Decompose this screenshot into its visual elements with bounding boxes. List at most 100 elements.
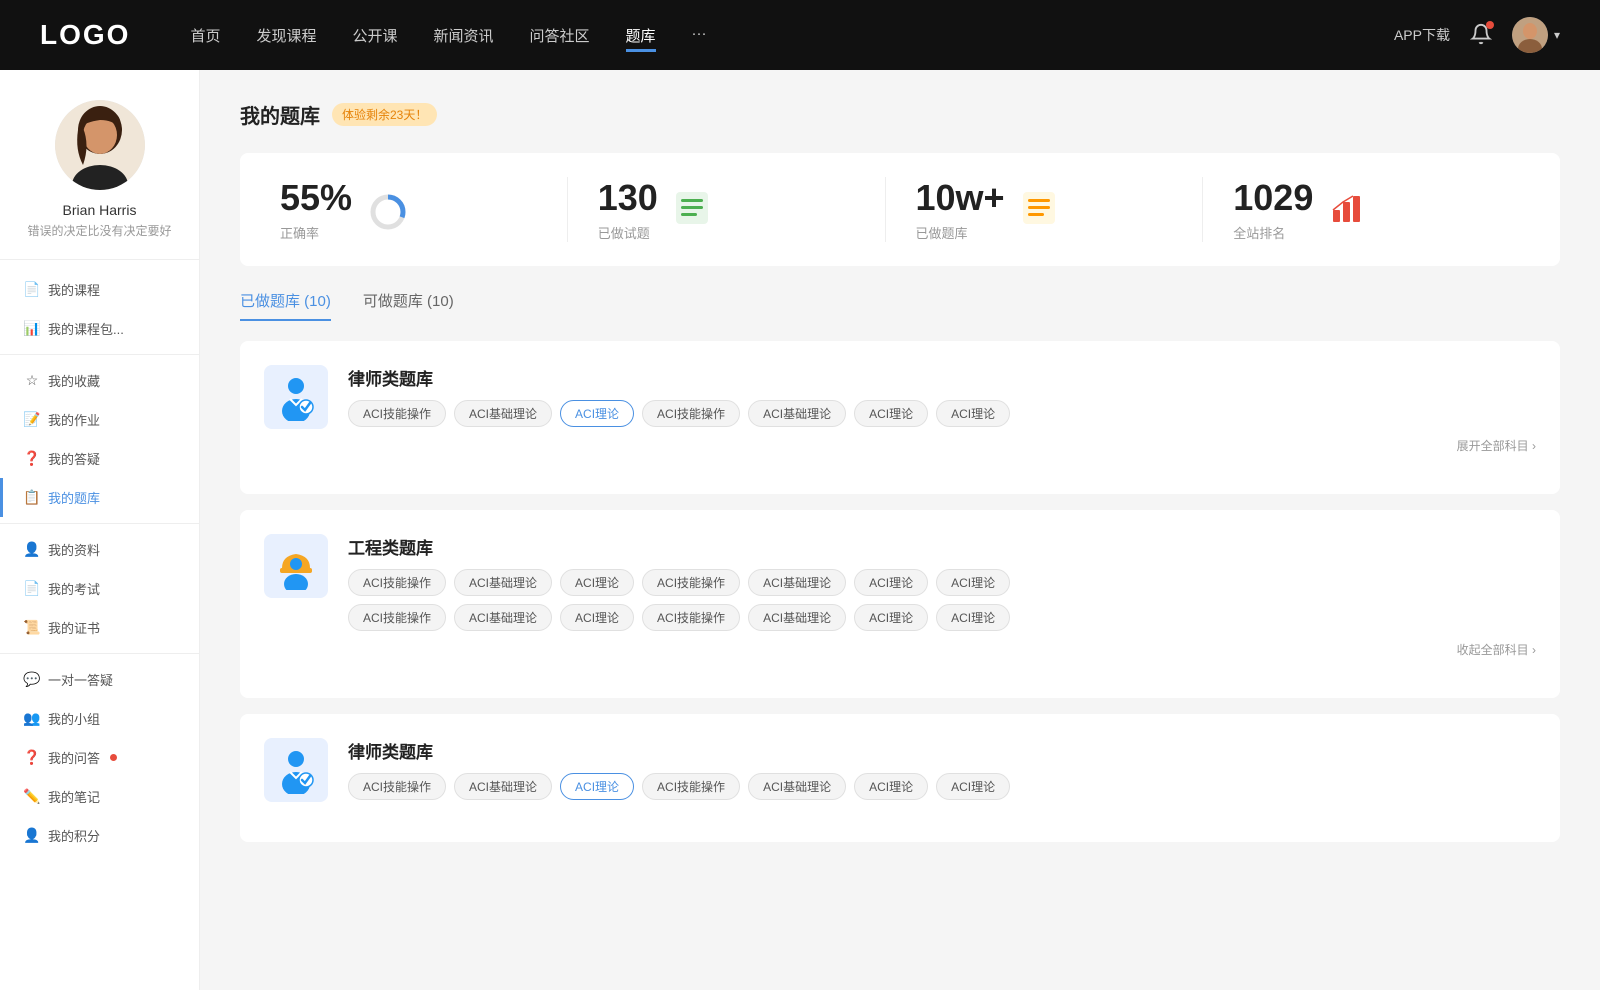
profile-icon: 👤 bbox=[24, 542, 40, 558]
sidebar-item-my-points[interactable]: 👤 我的积分 bbox=[0, 816, 199, 855]
main-content: 我的题库 体验剩余23天！ 55% 正确率 bbox=[200, 70, 1600, 990]
sidebar-item-my-qa[interactable]: ❓ 我的答疑 bbox=[0, 439, 199, 478]
nav-item-bank[interactable]: 题库 bbox=[626, 25, 656, 46]
stat-accuracy: 55% 正确率 bbox=[280, 177, 568, 242]
sidebar-label: 一对一答疑 bbox=[48, 670, 113, 689]
homework-icon: 📝 bbox=[24, 412, 40, 428]
divider bbox=[0, 354, 199, 355]
stats-row: 55% 正确率 130 已做试题 bbox=[240, 153, 1560, 266]
sidebar-item-my-profile[interactable]: 👤 我的资料 bbox=[0, 530, 199, 569]
tag[interactable]: ACI技能操作 bbox=[348, 604, 446, 631]
navbar: LOGO 首页 发现课程 公开课 新闻资讯 问答社区 题库 ··· APP下载 bbox=[0, 0, 1600, 70]
nav-item-home[interactable]: 首页 bbox=[190, 25, 220, 46]
tag[interactable]: ACI技能操作 bbox=[642, 773, 740, 800]
sidebar-item-my-exam[interactable]: 📄 我的考试 bbox=[0, 569, 199, 608]
divider bbox=[0, 523, 199, 524]
stat-value-done: 130 已做试题 bbox=[598, 177, 658, 242]
qa-icon: ❓ bbox=[24, 750, 40, 766]
points-icon: 👤 bbox=[24, 828, 40, 844]
tag[interactable]: ACI基础理论 bbox=[454, 400, 552, 427]
tag[interactable]: ACI理论 bbox=[936, 569, 1010, 596]
notes-icon: ✏️ bbox=[24, 789, 40, 805]
stat-done-questions: 130 已做试题 bbox=[568, 177, 886, 242]
tag[interactable]: ACI理论 bbox=[854, 604, 928, 631]
tag[interactable]: ACI技能操作 bbox=[348, 400, 446, 427]
nav-item-qa[interactable]: 问答社区 bbox=[530, 25, 590, 46]
tab-done-banks[interactable]: 已做题库 (10) bbox=[240, 290, 331, 321]
tag[interactable]: ACI理论 bbox=[560, 569, 634, 596]
user-avatar bbox=[1512, 17, 1548, 53]
stat-label: 已做试题 bbox=[598, 223, 658, 242]
tag-active[interactable]: ACI理论 bbox=[560, 400, 634, 427]
tag[interactable]: ACI基础理论 bbox=[748, 773, 846, 800]
tag[interactable]: ACI理论 bbox=[936, 773, 1010, 800]
sidebar-item-my-questions[interactable]: ❓ 我的问答 bbox=[0, 738, 199, 777]
tag-active[interactable]: ACI理论 bbox=[560, 773, 634, 800]
divider bbox=[0, 653, 199, 654]
collapse-link[interactable]: 收起全部科目 › bbox=[348, 641, 1536, 658]
tag[interactable]: ACI理论 bbox=[936, 604, 1010, 631]
tag[interactable]: ACI技能操作 bbox=[348, 773, 446, 800]
sidebar-item-one-on-one[interactable]: 💬 一对一答疑 bbox=[0, 660, 199, 699]
user-avatar-wrapper[interactable]: ▾ bbox=[1512, 17, 1560, 53]
tag[interactable]: ACI理论 bbox=[854, 569, 928, 596]
bar-chart-icon: 📊 bbox=[24, 321, 40, 337]
tag[interactable]: ACI基础理论 bbox=[454, 569, 552, 596]
tag[interactable]: ACI基础理论 bbox=[748, 400, 846, 427]
qbank-header: 律师类题库 ACI技能操作 ACI基础理论 ACI理论 ACI技能操作 ACI基… bbox=[264, 738, 1536, 802]
sidebar-item-my-notes[interactable]: ✏️ 我的笔记 bbox=[0, 777, 199, 816]
tab-available-banks[interactable]: 可做题库 (10) bbox=[363, 290, 454, 321]
sidebar-item-my-course[interactable]: 📄 我的课程 bbox=[0, 270, 199, 309]
cert-icon: 📜 bbox=[24, 620, 40, 636]
lawyer-icon-wrap bbox=[264, 365, 328, 429]
tag[interactable]: ACI理论 bbox=[560, 604, 634, 631]
profile-name: Brian Harris bbox=[63, 202, 137, 218]
bell-icon[interactable] bbox=[1470, 23, 1492, 48]
group-icon: 👥 bbox=[24, 711, 40, 727]
sidebar-item-my-course-pack[interactable]: 📊 我的课程包... bbox=[0, 309, 199, 348]
sidebar-item-my-bank[interactable]: 📋 我的题库 bbox=[0, 478, 199, 517]
tag[interactable]: ACI理论 bbox=[854, 400, 928, 427]
stat-number: 130 bbox=[598, 177, 658, 219]
main-layout: Brian Harris 错误的决定比没有决定要好 📄 我的课程 📊 我的课程包… bbox=[0, 70, 1600, 990]
nav-item-discover[interactable]: 发现课程 bbox=[256, 25, 316, 46]
logo: LOGO bbox=[40, 19, 130, 51]
engineer-icon-wrap bbox=[264, 534, 328, 598]
stat-value-banks: 10w+ 已做题库 bbox=[916, 177, 1005, 242]
tag[interactable]: ACI技能操作 bbox=[642, 604, 740, 631]
tag[interactable]: ACI技能操作 bbox=[642, 569, 740, 596]
navbar-right: APP下载 ▾ bbox=[1394, 17, 1560, 53]
tag[interactable]: ACI理论 bbox=[936, 400, 1010, 427]
sidebar-item-my-homework[interactable]: 📝 我的作业 bbox=[0, 400, 199, 439]
tag[interactable]: ACI基础理论 bbox=[454, 604, 552, 631]
tag[interactable]: ACI理论 bbox=[854, 773, 928, 800]
stat-value-rank: 1029 全站排名 bbox=[1233, 177, 1313, 242]
profile-avatar bbox=[55, 100, 145, 190]
document-icon: 📄 bbox=[24, 282, 40, 298]
tag[interactable]: ACI技能操作 bbox=[348, 569, 446, 596]
tag[interactable]: ACI基础理论 bbox=[748, 569, 846, 596]
sidebar-item-my-cert[interactable]: 📜 我的证书 bbox=[0, 608, 199, 647]
qbank-name: 律师类题库 bbox=[348, 738, 1536, 763]
list-icon bbox=[674, 190, 714, 230]
qbank-header: 工程类题库 ACI技能操作 ACI基础理论 ACI理论 ACI技能操作 ACI基… bbox=[264, 534, 1536, 658]
stat-done-banks: 10w+ 已做题库 bbox=[886, 177, 1204, 242]
qbank-info: 工程类题库 ACI技能操作 ACI基础理论 ACI理论 ACI技能操作 ACI基… bbox=[348, 534, 1536, 658]
sidebar-label: 我的课程包... bbox=[48, 319, 124, 338]
tag[interactable]: ACI技能操作 bbox=[642, 400, 740, 427]
lawyer2-icon-wrap bbox=[264, 738, 328, 802]
expand-link[interactable]: 展开全部科目 › bbox=[348, 437, 1536, 454]
tag[interactable]: ACI基础理论 bbox=[454, 773, 552, 800]
sidebar-item-my-favorite[interactable]: ☆ 我的收藏 bbox=[0, 361, 199, 400]
nav-item-more[interactable]: ··· bbox=[692, 25, 707, 46]
sidebar-item-my-group[interactable]: 👥 我的小组 bbox=[0, 699, 199, 738]
nav-item-open[interactable]: 公开课 bbox=[352, 25, 397, 46]
qbank-info: 律师类题库 ACI技能操作 ACI基础理论 ACI理论 ACI技能操作 ACI基… bbox=[348, 738, 1536, 800]
bank-icon: 📋 bbox=[24, 490, 40, 506]
bell-notification-dot bbox=[1486, 21, 1494, 29]
nav-links: 首页 发现课程 公开课 新闻资讯 问答社区 题库 ··· bbox=[190, 25, 1394, 46]
tags-row: ACI技能操作 ACI基础理论 ACI理论 ACI技能操作 ACI基础理论 AC… bbox=[348, 400, 1536, 427]
app-download[interactable]: APP下载 bbox=[1394, 25, 1450, 45]
nav-item-news[interactable]: 新闻资讯 bbox=[434, 25, 494, 46]
tag[interactable]: ACI基础理论 bbox=[748, 604, 846, 631]
